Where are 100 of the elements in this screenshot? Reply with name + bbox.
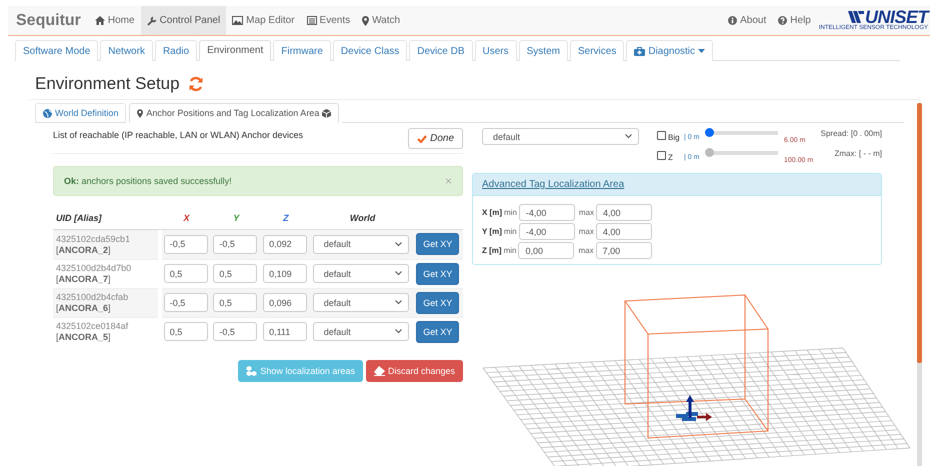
- x-input[interactable]: -0,5: [164, 293, 208, 312]
- nav-link[interactable]: Help: [772, 6, 817, 35]
- max-input[interactable]: 4,00: [596, 204, 652, 221]
- min-label: min: [504, 246, 516, 255]
- y-input[interactable]: -0,5: [213, 234, 258, 254]
- nav-link[interactable]: Events: [300, 6, 356, 35]
- spread-reading: Spread: [0 . 00m]: [820, 129, 882, 138]
- eraser-icon: [374, 366, 385, 376]
- tab[interactable]: Radio: [154, 40, 198, 61]
- device-uid: 4325100d2b4d7b0: [56, 263, 132, 274]
- column-header: Y: [233, 213, 240, 223]
- done-button[interactable]: Done: [408, 128, 463, 149]
- logo-icon: [848, 11, 864, 23]
- x-input[interactable]: -0,5: [164, 234, 208, 254]
- device-alias: [ANCORA_2]: [56, 245, 112, 256]
- device-alias: [ANCORA_5]: [56, 332, 112, 343]
- axis-label: Y [m]: [482, 227, 502, 236]
- column-header: X: [184, 213, 190, 223]
- get-xy-button[interactable]: Get XY: [416, 262, 460, 284]
- cubes-icon: [246, 366, 258, 376]
- tab[interactable]: Device DB: [409, 40, 473, 61]
- tab[interactable]: Network: [100, 40, 153, 61]
- get-xy-button[interactable]: Get XY: [416, 292, 460, 314]
- check-icon: [417, 134, 428, 142]
- tab[interactable]: Environment: [199, 40, 272, 61]
- y-input[interactable]: 0,5: [213, 264, 258, 283]
- column-header: World: [350, 213, 376, 223]
- x-input[interactable]: 0,5: [164, 264, 208, 283]
- max-input[interactable]: 7,00: [596, 242, 652, 259]
- refresh-icon[interactable]: [188, 76, 204, 92]
- checkbox-label: Big: [668, 133, 680, 142]
- column-header: UID [Alias]: [56, 213, 102, 223]
- chevron-icon: [394, 242, 402, 247]
- world-select[interactable]: default: [482, 128, 639, 145]
- device-uid: 4325102ce0184af: [56, 321, 130, 332]
- medkit-icon: [634, 46, 646, 56]
- nav-link[interactable]: About: [722, 6, 772, 35]
- tab[interactable]: World Definition: [35, 103, 126, 123]
- cubes-icon: [322, 108, 332, 118]
- nav-link[interactable]: Control Panel: [140, 6, 226, 35]
- tab[interactable]: System: [518, 40, 568, 61]
- z-input[interactable]: 0,092: [263, 234, 308, 254]
- chevron-icon: [394, 271, 402, 276]
- discard-button[interactable]: Discard changes: [366, 360, 463, 382]
- zmax-reading: Zmax: [ - - m]: [834, 149, 882, 158]
- tab[interactable]: Users: [474, 40, 517, 61]
- z-input[interactable]: 0,111: [263, 322, 308, 342]
- min-input[interactable]: -4,00: [518, 204, 575, 221]
- pin-icon: [137, 108, 144, 118]
- x-input[interactable]: 0,5: [164, 322, 208, 342]
- globe-icon: [43, 108, 52, 118]
- page-title: Environment Setup: [35, 74, 180, 94]
- slider[interactable]: [706, 148, 778, 157]
- tab[interactable]: Firmware: [273, 40, 331, 61]
- min-input[interactable]: -4,00: [518, 223, 575, 240]
- get-xy-button[interactable]: Get XY: [416, 233, 460, 256]
- checkbox[interactable]: [657, 151, 666, 160]
- get-xy-button[interactable]: Get XY: [416, 320, 460, 343]
- tab[interactable]: Software Mode: [15, 40, 98, 61]
- nav-link[interactable]: Watch: [356, 6, 406, 35]
- min-label: min: [504, 208, 517, 217]
- tab[interactable]: Services: [570, 40, 624, 61]
- picture-icon: [232, 16, 244, 25]
- slider-thumb[interactable]: [705, 148, 714, 157]
- chevron-icon: [394, 300, 402, 305]
- help-icon: [778, 16, 788, 25]
- max-input[interactable]: 4,00: [596, 223, 652, 240]
- y-input[interactable]: -0,5: [213, 322, 258, 342]
- world-select[interactable]: default: [312, 322, 409, 342]
- device-alias: [ANCORA_6]: [56, 303, 112, 314]
- checkbox[interactable]: [657, 131, 666, 140]
- brand-name[interactable]: Sequitur: [16, 12, 81, 30]
- z-input[interactable]: 0,096: [263, 293, 308, 312]
- home-icon: [94, 16, 105, 25]
- description-text: List of reachable (IP reachable, LAN or WLAN) Anchor devices: [53, 130, 303, 140]
- slider[interactable]: [706, 128, 778, 137]
- wrench-icon: [146, 16, 157, 26]
- area-title-link[interactable]: Advanced Tag Localization Area: [482, 179, 624, 190]
- scrollbar[interactable]: [917, 103, 922, 466]
- tab[interactable]: Anchor Positions and Tag Localization Area: [129, 103, 340, 123]
- max-label: max: [578, 208, 594, 217]
- device-alias: [ANCORA_7]: [56, 274, 112, 285]
- world-select[interactable]: default: [312, 234, 409, 254]
- y-input[interactable]: 0,5: [213, 293, 258, 312]
- max-label: max: [578, 246, 594, 255]
- world-select[interactable]: default: [312, 264, 409, 283]
- nav-link[interactable]: Home: [88, 6, 141, 35]
- nav-link[interactable]: Map Editor: [226, 6, 301, 35]
- world-select[interactable]: default: [312, 293, 409, 312]
- chevron-icon: [625, 134, 632, 139]
- min-input[interactable]: 0,00: [518, 242, 574, 259]
- pin-icon: [362, 16, 370, 26]
- list-icon: [306, 16, 317, 25]
- tab[interactable]: Device Class: [332, 40, 408, 61]
- alert-message: Ok: anchors positions saved successfully!: [64, 176, 232, 186]
- device-uid: 4325102cda59cb1: [56, 234, 132, 245]
- info-icon: [728, 16, 738, 25]
- z-input[interactable]: 0,109: [263, 264, 308, 283]
- slider-thumb[interactable]: [705, 128, 714, 137]
- tab[interactable]: Diagnostic: [626, 40, 714, 61]
